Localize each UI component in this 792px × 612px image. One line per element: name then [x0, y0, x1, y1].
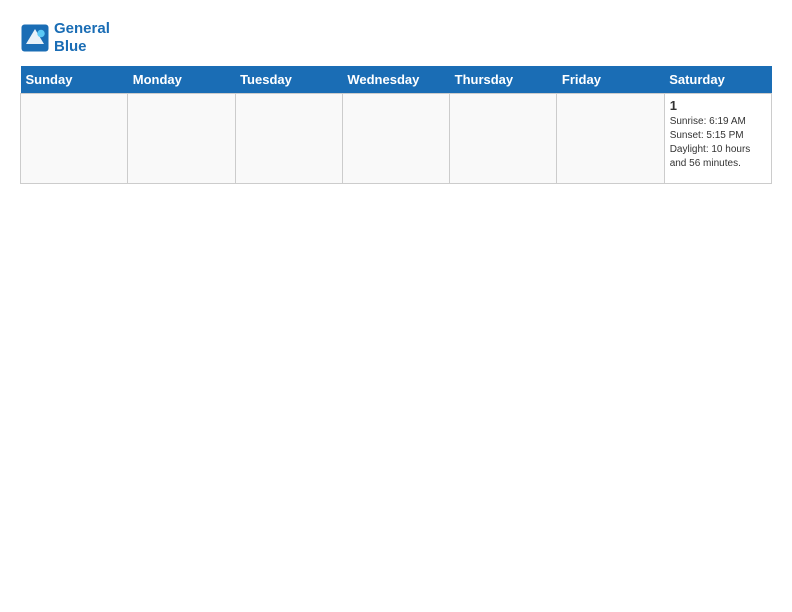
calendar-table: SundayMondayTuesdayWednesdayThursdayFrid…	[20, 66, 772, 184]
logo: General Blue	[20, 20, 110, 56]
empty-cell	[450, 94, 557, 184]
header-row: SundayMondayTuesdayWednesdayThursdayFrid…	[21, 66, 772, 94]
calendar-day-1: 1 Sunrise: 6:19 AM Sunset: 5:15 PM Daylig…	[664, 94, 771, 184]
empty-cell	[21, 94, 128, 184]
page-header: General Blue	[20, 20, 772, 56]
day-info: Sunrise: 6:19 AM Sunset: 5:15 PM Dayligh…	[670, 115, 766, 171]
logo-icon	[20, 23, 50, 53]
day-number: 1	[670, 98, 766, 113]
column-header-sunday: Sunday	[21, 66, 128, 94]
column-header-tuesday: Tuesday	[235, 66, 342, 94]
calendar-week-0: 1 Sunrise: 6:19 AM Sunset: 5:15 PM Daylig…	[21, 94, 772, 184]
logo-text: General Blue	[54, 20, 110, 56]
empty-cell	[128, 94, 235, 184]
column-header-saturday: Saturday	[664, 66, 771, 94]
column-header-thursday: Thursday	[450, 66, 557, 94]
empty-cell	[557, 94, 664, 184]
empty-cell	[235, 94, 342, 184]
column-header-friday: Friday	[557, 66, 664, 94]
empty-cell	[342, 94, 449, 184]
column-header-wednesday: Wednesday	[342, 66, 449, 94]
column-header-monday: Monday	[128, 66, 235, 94]
